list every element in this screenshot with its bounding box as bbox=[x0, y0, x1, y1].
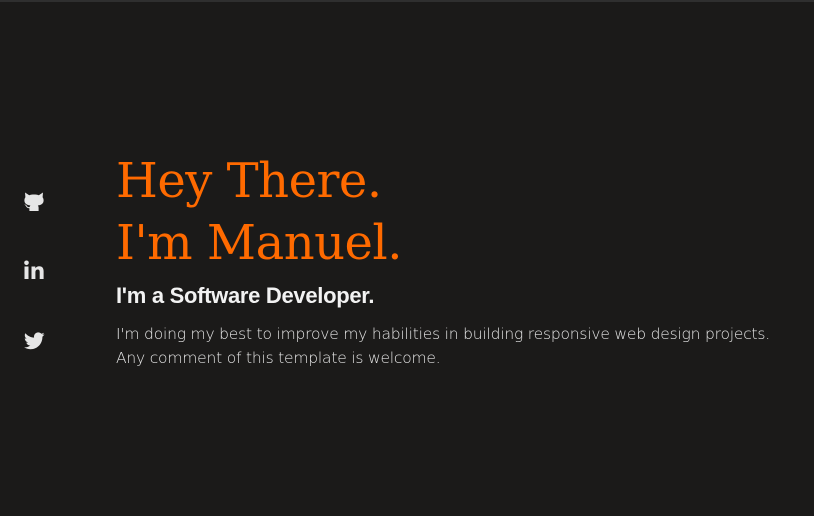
intro-line-2: Any comment of this template is welcome. bbox=[116, 349, 441, 367]
page: Hey There. I'm Manuel. I'm a Software De… bbox=[0, 0, 814, 516]
twitter-icon bbox=[23, 332, 45, 350]
hero-intro: I'm doing my best to improve my habiliti… bbox=[116, 322, 806, 370]
headline-line-2: I'm Manuel. bbox=[116, 215, 403, 271]
intro-line-1: I'm doing my best to improve my habiliti… bbox=[116, 325, 771, 343]
hero-section: Hey There. I'm Manuel. I'm a Software De… bbox=[116, 150, 806, 370]
linkedin-link[interactable] bbox=[22, 258, 46, 282]
headline-line-1: Hey There. bbox=[116, 153, 382, 209]
twitter-link[interactable] bbox=[22, 329, 46, 353]
github-icon bbox=[24, 192, 44, 211]
hero-headline: Hey There. I'm Manuel. bbox=[116, 150, 806, 274]
hero-subtitle: I'm a Software Developer. bbox=[116, 283, 375, 308]
github-link[interactable] bbox=[22, 188, 46, 212]
linkedin-icon bbox=[24, 260, 44, 279]
